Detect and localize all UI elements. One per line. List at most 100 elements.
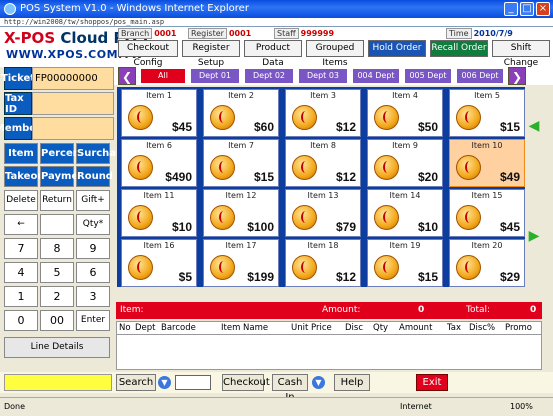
product-tile[interactable]: Item 16 $5 <box>121 239 197 287</box>
search-button[interactable]: Search <box>116 374 156 391</box>
tab-all[interactable]: All <box>140 68 186 84</box>
close-icon[interactable]: × <box>536 2 550 16</box>
digit-5-key[interactable]: 5 <box>40 262 74 283</box>
tab-dept-004[interactable]: 004 Dept <box>352 68 400 84</box>
hold-order-button[interactable]: Hold Order <box>368 40 426 57</box>
product-name: Item 9 <box>392 141 418 150</box>
product-tile[interactable]: Item 14 $10 <box>367 189 443 237</box>
blank-key[interactable] <box>40 214 74 235</box>
product-price: $45 <box>171 120 192 134</box>
grid-next-page-icon[interactable]: ▶ <box>528 228 540 244</box>
checkout-button[interactable]: Checkout <box>222 374 270 391</box>
digit-0-key[interactable]: 0 <box>4 310 38 331</box>
backspace-key[interactable]: ← <box>4 214 38 235</box>
gift-plus-key[interactable]: Gift+ <box>76 190 110 211</box>
taxid-label: Tax ID <box>4 92 32 115</box>
tab-dept-03[interactable]: Dept 03 <box>298 68 348 84</box>
product-tile[interactable]: Item 18 $12 <box>285 239 361 287</box>
coin-icon <box>456 205 481 230</box>
member-field[interactable] <box>32 117 114 140</box>
product-tile[interactable]: Item 2 $60 <box>203 89 279 137</box>
coin-icon <box>128 105 153 130</box>
tab-dept-006[interactable]: 006 Dept <box>456 68 504 84</box>
ticket-field[interactable]: FP00000000 <box>32 67 114 90</box>
cashin-button[interactable]: Cash In <box>272 374 308 403</box>
product-tile[interactable]: Item 12 $100 <box>203 189 279 237</box>
cashin-dropdown-icon[interactable]: ▼ <box>312 376 325 389</box>
exit-button[interactable]: Exit <box>416 374 448 391</box>
status-text: Done <box>4 402 26 411</box>
digit-1-key[interactable]: 1 <box>4 286 38 307</box>
search-input[interactable] <box>175 375 211 390</box>
product-tile[interactable]: Item 11 $10 <box>121 189 197 237</box>
product-tile[interactable]: Item 15 $45 <box>449 189 525 237</box>
surcharge-key[interactable]: Surcharge <box>76 143 135 164</box>
maximize-icon[interactable]: □ <box>520 2 534 16</box>
coin-icon <box>456 105 481 130</box>
digit-00-key[interactable]: 00 <box>40 310 74 331</box>
digit-8-key[interactable]: 8 <box>40 238 74 259</box>
digit-4-key[interactable]: 4 <box>4 262 38 283</box>
search-dropdown-icon[interactable]: ▼ <box>158 376 171 389</box>
minimize-icon[interactable]: _ <box>504 2 518 16</box>
col-barcode: Barcode <box>161 323 196 333</box>
digit-2-key[interactable]: 2 <box>40 286 74 307</box>
product-tile[interactable]: Item 9 $20 <box>367 139 443 187</box>
product-tile[interactable]: Item 10 $49 <box>449 139 525 187</box>
recall-order-button[interactable]: Recall Order <box>430 40 488 57</box>
tabs-prev-icon[interactable]: ❮ <box>118 67 136 85</box>
product-price: $100 <box>247 220 274 234</box>
takeout-key[interactable]: Takeout <box>4 166 49 187</box>
line-details-button[interactable]: Line Details <box>4 337 110 358</box>
percent-off-key[interactable]: Percent Off <box>40 143 85 178</box>
shift-change-button[interactable]: Shift Change <box>492 40 550 68</box>
item-discount-key[interactable]: Item Discount <box>4 143 55 178</box>
amount-value: 0 <box>418 305 425 315</box>
product-tile[interactable]: Item 8 $12 <box>285 139 361 187</box>
round-off-key[interactable]: Round Off <box>76 166 113 201</box>
digit-6-key[interactable]: 6 <box>76 262 110 283</box>
payment-key[interactable]: Payment <box>40 166 90 187</box>
grid-prev-page-icon[interactable]: ◀ <box>528 118 540 134</box>
total-value: 0 <box>530 305 537 315</box>
coin-icon <box>210 155 235 180</box>
left-keypad-panel: Ticket FP00000000 Tax ID Member Item Dis… <box>0 67 135 367</box>
product-tile[interactable]: Item 13 $79 <box>285 189 361 237</box>
return-key[interactable]: Return <box>40 190 74 211</box>
checkout-config-button[interactable]: Checkout Config <box>118 40 178 68</box>
product-tile[interactable]: Item 1 $45 <box>121 89 197 137</box>
register-setup-button[interactable]: Register Setup <box>182 40 240 68</box>
digit-9-key[interactable]: 9 <box>76 238 110 259</box>
product-tile[interactable]: Item 3 $12 <box>285 89 361 137</box>
zoom-level[interactable]: 100% <box>510 398 533 416</box>
enter-key[interactable]: Enter <box>76 310 110 331</box>
grouped-items-button[interactable]: Grouped Items <box>306 40 364 68</box>
product-tile[interactable]: Item 4 $50 <box>367 89 443 137</box>
help-button[interactable]: Help <box>334 374 370 391</box>
product-tile[interactable]: Item 6 $490 <box>121 139 197 187</box>
product-tile[interactable]: Item 7 $15 <box>203 139 279 187</box>
delete-key[interactable]: Delete <box>4 190 38 211</box>
product-tile[interactable]: Item 5 $15 <box>449 89 525 137</box>
tab-dept-01[interactable]: Dept 01 <box>190 68 240 84</box>
coin-icon <box>292 105 317 130</box>
address-bar[interactable]: http://win2008/tw/shoppos/pos_main.asp <box>0 18 553 27</box>
product-price: $5 <box>178 270 192 284</box>
digit-7-key[interactable]: 7 <box>4 238 38 259</box>
product-tile[interactable]: Item 19 $15 <box>367 239 443 287</box>
total-label: Total: <box>466 305 491 315</box>
coin-icon <box>374 105 399 130</box>
product-name: Item 15 <box>471 191 503 200</box>
tab-dept-005[interactable]: 005 Dept <box>404 68 452 84</box>
product-data-button[interactable]: Product Data <box>244 40 302 68</box>
qty-multiply-key[interactable]: Qty* <box>76 214 110 235</box>
taxid-field[interactable] <box>32 92 114 115</box>
tab-dept-02[interactable]: Dept 02 <box>244 68 294 84</box>
tabs-next-icon[interactable]: ❯ <box>508 67 526 85</box>
product-price: $490 <box>165 170 192 184</box>
product-tile[interactable]: Item 20 $29 <box>449 239 525 287</box>
window-titlebar: POS System V1.0 - Windows Internet Explo… <box>0 0 553 18</box>
digit-3-key[interactable]: 3 <box>76 286 110 307</box>
order-table-body[interactable] <box>116 335 542 370</box>
product-tile[interactable]: Item 17 $199 <box>203 239 279 287</box>
